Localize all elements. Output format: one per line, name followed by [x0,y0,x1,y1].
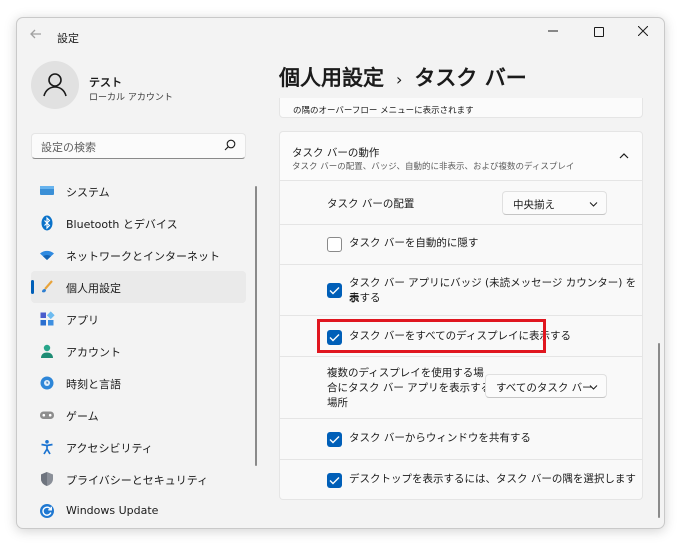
taskbar-behaviors-expander[interactable]: タスク バーの動作 タスク バーの配置、バッジ、自動的に非表示、および複数のディ… [279,131,643,181]
badges-checkbox[interactable] [327,283,342,298]
multi-display-label-line2: 合にタスク バー アプリを表示する [327,382,492,394]
multi-display-row: 複数のディスプレイを使用する場 合にタスク バー アプリを表示する 場所 すべて… [279,357,643,419]
selection-indicator [31,280,34,294]
multi-display-label-line3: 場所 [327,397,348,409]
person-icon [43,73,67,97]
section-description: タスク バーの配置、バッジ、自動的に非表示、および複数のディスプレイ [292,162,575,172]
sidebar-item-label: 時刻と言語 [66,378,121,391]
sidebar-nav: システム Bluetooth とデバイス ネットワークとインターネット 個人用設… [31,175,247,527]
monitor-icon [40,186,54,195]
bluetooth-icon [41,215,53,231]
desktop-corner-row: デスクトップを表示するには、タスク バーの隅を選択します [279,460,643,500]
back-arrow-icon[interactable] [27,27,45,45]
sidebar-item-label: Windows Update [66,504,159,517]
brush-icon [42,280,53,293]
share-window-checkbox[interactable] [327,432,342,447]
search-icon [224,139,236,151]
auto-hide-row: タスク バーを自動的に隠す [279,225,643,265]
sidebar-item-label: アカウント [66,346,121,359]
settings-content: の隅のオーバーフロー メニューに表示されます タスク バーの動作 タスク バーの… [279,98,643,528]
badges-label-line1: タスク バー アプリにバッジ (未読メッセージ カウンター) を表 [349,277,637,304]
person-icon [41,344,53,358]
avatar[interactable] [31,61,79,109]
sidebar-item-network[interactable]: ネットワークとインターネット [31,239,246,271]
multi-display-label-line1: 複数のディスプレイを使用する場 [327,367,484,379]
chevron-down-icon [589,385,598,390]
sidebar-item-windows-update[interactable]: Windows Update [31,495,246,527]
alignment-label: タスク バーの配置 [327,198,415,210]
content-scrollbar[interactable] [658,343,660,518]
minimize-button[interactable] [531,18,575,48]
alignment-value: 中央揃え [513,199,555,211]
user-name: テスト [89,76,122,89]
section-title: タスク バーの動作 [292,147,380,159]
sidebar-item-apps[interactable]: アプリ [31,303,246,335]
auto-hide-label: タスク バーを自動的に隠す [349,237,479,249]
sidebar-item-system[interactable]: システム [31,175,246,207]
desktop-corner-checkbox[interactable] [327,473,342,488]
maximize-button[interactable] [577,18,621,48]
taskbar-alignment-row: タスク バーの配置 中央揃え [279,181,643,225]
settings-window: 設定 テスト ローカル アカウント 設定の検索 システム Bluetooth と… [16,17,665,529]
shield-icon [41,472,53,486]
previous-setting-card: の隅のオーバーフロー メニューに表示されます [279,98,643,118]
sidebar-item-label: ネットワークとインターネット [66,250,220,263]
checkmark-icon [329,287,340,295]
sidebar-item-gaming[interactable]: ゲーム [31,399,246,431]
alignment-dropdown[interactable]: 中央揃え [502,191,607,215]
breadcrumb-parent[interactable]: 個人用設定 [279,66,384,90]
badges-row: タスク バー アプリにバッジ (未読メッセージ カウンター) を表 示する [279,265,643,316]
window-title: 設定 [57,32,79,45]
sidebar-scrollbar[interactable] [255,186,257,466]
page-title: タスク バー [414,66,527,90]
sidebar-item-privacy[interactable]: プライバシーとセキュリティ [31,463,246,495]
multi-display-dropdown[interactable]: すべてのタスク バー [485,374,607,398]
share-window-label: タスク バーからウィンドウを共有する [349,432,531,444]
sidebar-item-personalization[interactable]: 個人用設定 [31,271,246,303]
chevron-right-icon: › [396,70,403,89]
update-icon [40,504,54,518]
accessibility-icon [41,440,53,455]
apps-icon [40,311,55,326]
close-icon [637,25,649,37]
badges-label-line2: 示する [349,292,381,304]
sidebar-item-label: 個人用設定 [66,282,121,295]
search-input[interactable]: 設定の検索 [31,133,246,159]
sidebar-item-label: アクセシビリティ [66,442,153,455]
title-bar: 設定 [17,18,664,54]
sidebar-item-time-language[interactable]: 時刻と言語 [31,367,246,399]
sidebar-item-label: プライバシーとセキュリティ [66,474,209,487]
chevron-up-icon [619,153,629,159]
chevron-down-icon [589,202,598,207]
search-placeholder: 設定の検索 [41,141,96,154]
desktop-corner-label: デスクトップを表示するには、タスク バーの隅を選択します [349,473,636,485]
sidebar-item-accounts[interactable]: アカウント [31,335,246,367]
checkmark-icon [329,477,340,485]
maximize-icon [594,26,604,37]
sidebar-item-label: システム [66,186,110,199]
share-window-row: タスク バーからウィンドウを共有する [279,419,643,460]
annotation-highlight-box [317,319,546,353]
sidebar-item-accessibility[interactable]: アクセシビリティ [31,431,246,463]
checkmark-icon [329,436,340,444]
sidebar-item-label: ゲーム [66,410,99,423]
account-type: ローカル アカウント [89,93,173,103]
close-button[interactable] [621,18,664,48]
sidebar-item-label: Bluetooth とデバイス [66,218,178,231]
breadcrumb: 個人用設定 › タスク バー [279,62,527,92]
gamepad-icon [40,411,54,419]
multi-display-value: すべてのタスク バー [496,382,593,394]
globe-clock-icon [40,376,54,390]
auto-hide-checkbox[interactable] [327,237,342,252]
previous-card-text: の隅のオーバーフロー メニューに表示されます [293,106,474,116]
wifi-icon [40,250,54,260]
sidebar-item-label: アプリ [66,314,99,327]
sidebar-item-bluetooth[interactable]: Bluetooth とデバイス [31,207,246,239]
